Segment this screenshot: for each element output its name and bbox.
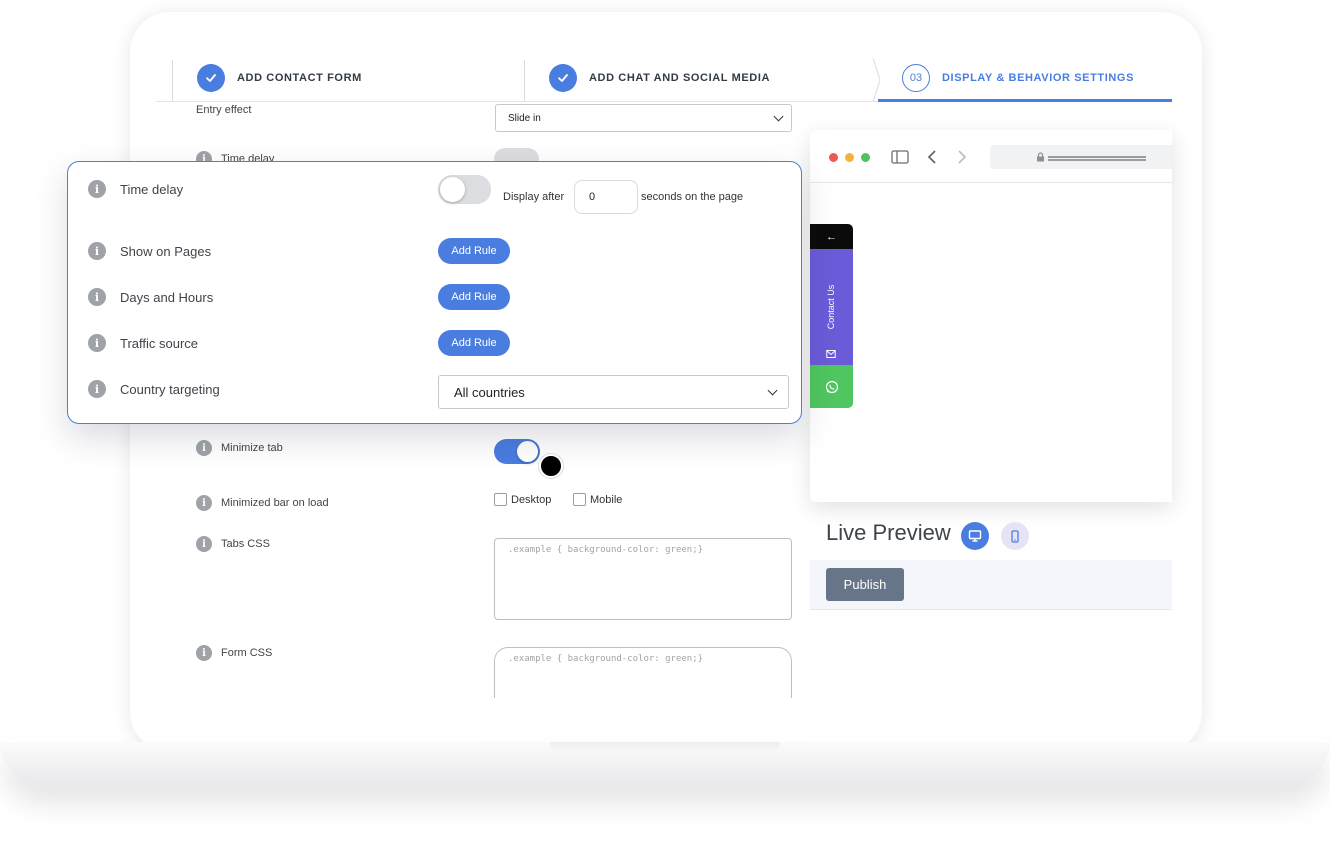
time-delay-label: Time delay (120, 181, 184, 197)
show-on-pages-label: Show on Pages (120, 243, 212, 259)
check-icon (197, 64, 225, 92)
widget-collapse-button[interactable]: ← (810, 224, 853, 249)
step-label: ADD CHAT AND SOCIAL MEDIA (589, 72, 771, 84)
days-hours-row: i Days and Hours (88, 288, 213, 306)
publish-button[interactable]: Publish (826, 568, 904, 601)
country-targeting-select[interactable]: All countries (438, 375, 789, 409)
info-icon: i (88, 180, 106, 198)
delay-seconds-value: 0 (589, 191, 596, 203)
entry-effect-value: Slide in (508, 112, 541, 124)
entry-effect-label-text: Entry effect (196, 104, 252, 116)
display-after-text: Display after (503, 191, 565, 203)
show-on-pages-row: i Show on Pages (88, 242, 211, 260)
close-dot-icon (829, 153, 838, 162)
mobile-preview-button[interactable] (1001, 522, 1029, 550)
country-targeting-value: All countries (454, 384, 525, 400)
country-targeting-label: Country targeting (120, 381, 220, 397)
tabs-css-label: Tabs CSS (221, 538, 270, 550)
browser-toolbar (810, 130, 1172, 183)
info-icon: i (88, 334, 106, 352)
chevron-down-icon (773, 111, 784, 122)
sidebar-icon (891, 150, 909, 164)
forward-icon (958, 150, 967, 164)
check-icon (549, 64, 577, 92)
cursor-indicator (539, 454, 563, 478)
country-targeting-row: i Country targeting (88, 380, 220, 398)
days-hours-label: Days and Hours (120, 289, 214, 305)
phone-icon (1011, 529, 1019, 543)
active-step-indicator (878, 99, 1172, 102)
minimized-bar-label: Minimized bar on load (221, 497, 329, 509)
traffic-source-add-rule-button[interactable]: Add Rule (438, 330, 510, 356)
url-bar (990, 145, 1172, 169)
live-preview-title: Live Preview (826, 520, 951, 545)
mobile-checkbox-label: Mobile (590, 493, 623, 506)
form-css-row: i Form CSS (196, 645, 272, 661)
info-icon: i (196, 536, 212, 552)
contact-us-tab[interactable]: Contact Us (810, 249, 853, 365)
minimize-dot-icon (845, 153, 854, 162)
arrow-left-icon: ← (826, 230, 837, 243)
info-icon: i (196, 440, 212, 456)
checkbox-box (494, 493, 507, 506)
step-number: 03 (902, 64, 930, 92)
step-label: ADD CONTACT FORM (237, 72, 362, 84)
toggle-knob (517, 441, 538, 462)
back-icon (927, 150, 936, 164)
step-divider (172, 60, 173, 102)
lock-icon (1037, 152, 1044, 162)
minimized-bar-row: i Minimized bar on load (196, 495, 329, 511)
days-hours-add-rule-button[interactable]: Add Rule (438, 284, 510, 310)
envelope-icon (826, 350, 836, 358)
delay-seconds-input[interactable]: 0 (574, 180, 638, 214)
laptop-notch (550, 742, 780, 752)
step-divider (524, 60, 525, 102)
contact-us-label: Contact Us (826, 284, 836, 330)
info-icon: i (88, 380, 106, 398)
url-placeholder-line (1048, 159, 1146, 161)
preview-browser: ← Contact Us (810, 130, 1172, 502)
stage: ADD CONTACT FORM ADD CHAT AND SOCIAL MED… (0, 0, 1330, 860)
minimize-tab-label: Minimize tab (221, 442, 283, 454)
entry-effect-label: Entry effect (196, 104, 251, 116)
whatsapp-button[interactable] (810, 365, 853, 408)
maximize-dot-icon (861, 153, 870, 162)
form-css-placeholder: .example { background-color: green;} (508, 654, 704, 664)
form-css-label: Form CSS (221, 647, 273, 659)
step-display-behavior[interactable]: 03 DISPLAY & BEHAVIOR SETTINGS (902, 64, 1134, 92)
url-placeholder-line (1048, 156, 1146, 158)
checkbox-box (573, 493, 586, 506)
tabs-css-textarea[interactable]: .example { background-color: green;} (494, 538, 792, 620)
desktop-preview-button[interactable] (961, 522, 989, 550)
info-icon: i (196, 645, 212, 661)
time-delay-row: i Time delay (88, 180, 183, 198)
stepper: ADD CONTACT FORM ADD CHAT AND SOCIAL MED… (156, 44, 1172, 102)
tabs-css-placeholder: .example { background-color: green;} (508, 545, 704, 555)
step-add-contact-form[interactable]: ADD CONTACT FORM (197, 64, 362, 92)
desktop-checkbox[interactable]: Desktop (494, 493, 551, 506)
info-icon: i (196, 495, 212, 511)
step-chevron-icon (872, 58, 881, 102)
entry-effect-select[interactable]: Slide in (495, 104, 792, 132)
toggle-knob (440, 177, 465, 202)
time-delay-toggle[interactable] (438, 175, 491, 204)
info-icon: i (88, 242, 106, 260)
traffic-source-row: i Traffic source (88, 334, 198, 352)
traffic-source-label: Traffic source (120, 335, 199, 351)
desktop-checkbox-label: Desktop (511, 493, 552, 506)
chevron-down-icon (767, 385, 778, 396)
minimize-tab-toggle[interactable] (494, 439, 540, 464)
monitor-icon (968, 530, 982, 542)
minimize-tab-row: i Minimize tab (196, 440, 283, 456)
mobile-checkbox[interactable]: Mobile (573, 493, 622, 506)
content-clip (480, 698, 810, 738)
step-label: DISPLAY & BEHAVIOR SETTINGS (942, 72, 1135, 84)
whatsapp-icon (825, 380, 838, 393)
show-on-pages-add-rule-button[interactable]: Add Rule (438, 238, 510, 264)
step-add-chat-social[interactable]: ADD CHAT AND SOCIAL MEDIA (549, 64, 770, 92)
behavior-settings-card: i Time delay Display after 0 seconds on … (67, 161, 802, 424)
seconds-on-page-text: seconds on the page (641, 191, 744, 203)
info-icon: i (88, 288, 106, 306)
tabs-css-row: i Tabs CSS (196, 536, 270, 552)
